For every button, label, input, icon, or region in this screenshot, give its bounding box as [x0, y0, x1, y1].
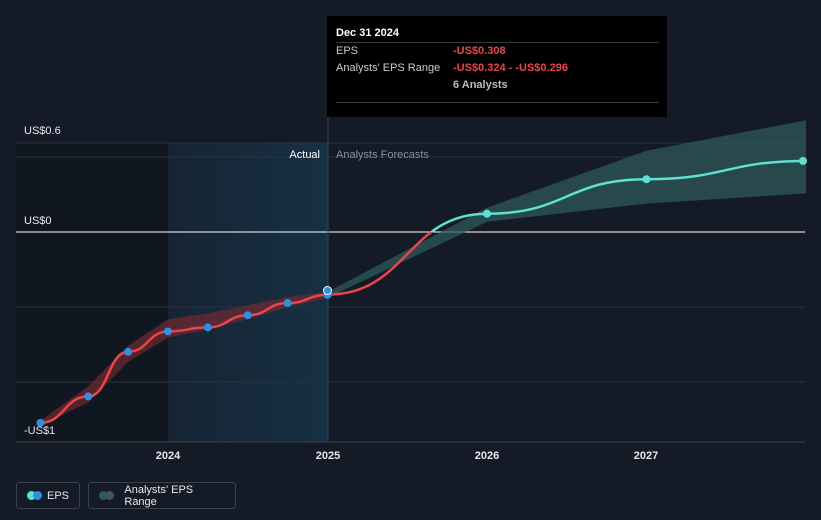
- chart-legend: EPS Analysts' EPS Range: [16, 482, 236, 509]
- tooltip-range-label: Analysts' EPS Range: [336, 62, 441, 74]
- eps-forecast-point-2: [642, 175, 651, 184]
- tooltip-eps-value: -US$0.308: [453, 45, 506, 57]
- legend-eps[interactable]: EPS: [16, 482, 80, 509]
- y-label-top: US$0.6: [24, 125, 61, 137]
- tooltip-eps-label: EPS: [336, 45, 359, 57]
- y-label-bottom: -US$1: [24, 425, 55, 437]
- eps-actual-point-5: [243, 311, 252, 320]
- tooltip-date: Dec 31 2024: [336, 27, 399, 39]
- eps-forecast-point-0: [323, 286, 332, 296]
- hover-tooltip: Dec 31 2024 EPS -US$0.308 Analysts' EPS …: [327, 16, 667, 117]
- x-tick-2025: 2025: [316, 450, 340, 462]
- x-tick-2024: 2024: [156, 450, 181, 462]
- eps-actual-point-6: [283, 299, 292, 308]
- region-label-forecast: Analysts Forecasts: [336, 149, 429, 161]
- tooltip-range-value: -US$0.324 - -US$0.296: [453, 62, 568, 74]
- eps-forecast-point-1: [483, 209, 491, 218]
- eps-actual-point-4: [203, 323, 212, 332]
- x-tick-2027: 2027: [634, 450, 658, 462]
- eps-actual-point-3: [164, 327, 172, 336]
- eps-actual-point-1: [84, 392, 93, 401]
- tooltip-divider: [336, 102, 659, 103]
- tooltip-analysts: 6 Analysts: [453, 79, 508, 91]
- analysts-eps-range-band: [327, 120, 806, 298]
- legend-range[interactable]: Analysts' EPS Range: [88, 482, 236, 509]
- tooltip-eps-row: EPS -US$0.308: [336, 42, 659, 60]
- legend-eps-label: EPS: [46, 489, 69, 502]
- region-label-actual: Actual: [289, 149, 320, 161]
- legend-range-label: Analysts' EPS Range: [124, 483, 194, 508]
- x-tick-2026: 2026: [475, 450, 499, 462]
- tooltip-analysts-row: 6 Analysts: [336, 77, 659, 94]
- range-legend-icon: [99, 491, 116, 500]
- eps-legend-icon: [27, 491, 42, 500]
- actual-region-shade: [168, 143, 328, 442]
- eps-forecast-point-3: [799, 156, 807, 165]
- y-label-zero: US$0: [24, 215, 52, 227]
- eps-actual-point-2: [124, 347, 133, 356]
- tooltip-range-row: Analysts' EPS Range -US$0.324 - -US$0.29…: [336, 60, 659, 77]
